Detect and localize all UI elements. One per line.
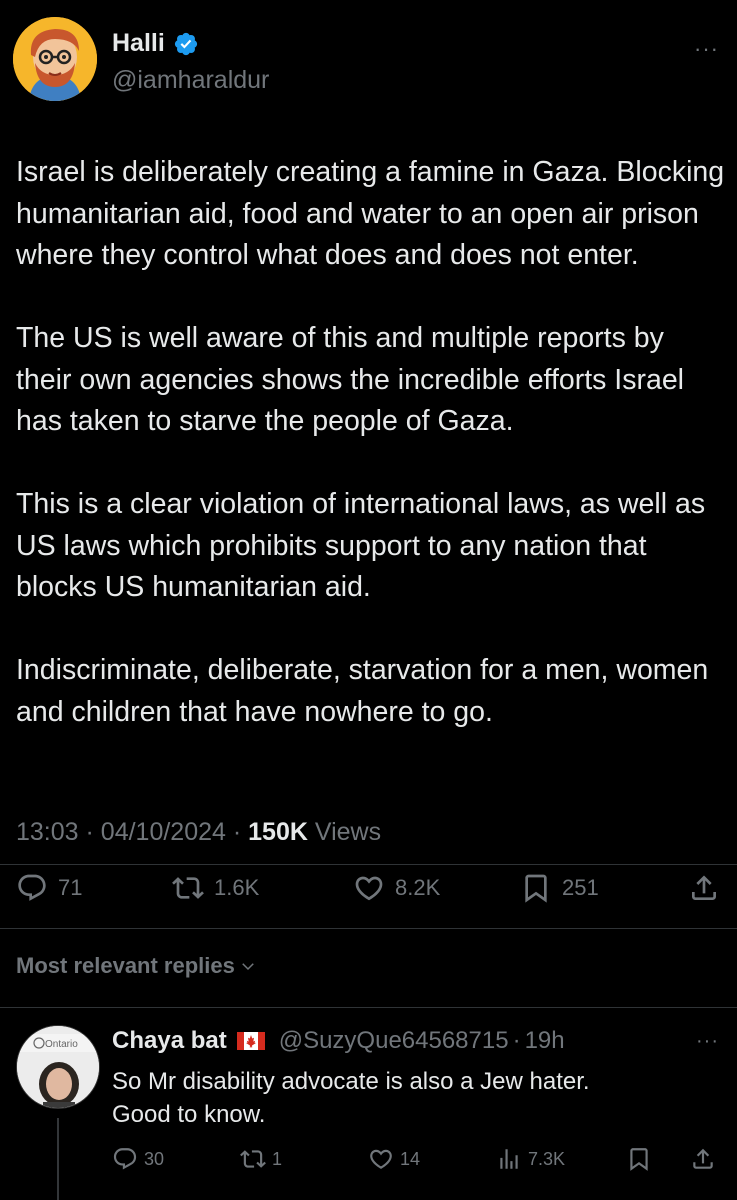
reply-author-handle[interactable]: @SuzyQue64568715 [279,1027,509,1055]
share-button[interactable] [688,872,720,904]
bookmark-button[interactable]: 251 [520,872,599,904]
heart-icon [355,876,383,901]
meta-separator: · [512,1027,521,1054]
meta-separator: · [85,818,101,846]
tweet-meta: 13:03 · 04/10/2024 · 150K Views [16,818,381,847]
reply-bookmark-button[interactable] [626,1146,652,1172]
reply-icon [18,874,46,901]
tweet-paragraph: The US is well aware of this and multipl… [16,322,684,437]
tweet-paragraph: Indiscriminate, deliberate, starvation f… [16,654,709,728]
heart-icon [370,1149,392,1169]
reply-share-button[interactable] [690,1146,716,1172]
reply-like-count: 14 [400,1148,421,1169]
reply-repost-button[interactable]: 1 [240,1146,282,1172]
analytics-icon [500,1149,518,1169]
tweet-text: Israel is deliberately creating a famine… [16,152,726,733]
reply-avatar[interactable]: Ontario [16,1025,100,1109]
bookmark-count: 251 [562,875,599,900]
tweet-actions: 71 1.6K 8.2K 251 [0,872,737,920]
reply-text-line: Good to know. [112,1101,266,1128]
views-label: Views [314,818,382,846]
reply-views-count: 7.3K [528,1148,566,1169]
reply-author-name[interactable]: Chaya bat [112,1027,227,1055]
tweet-header: Halli @iamharaldur ··· [0,0,737,120]
bookmark-icon [630,1148,648,1171]
reply-more-options-icon[interactable]: ··· [696,1030,719,1053]
avatar-caption-text: Ontario [45,1039,78,1050]
reply-text-line: So Mr disability advocate is also a Jew … [112,1068,590,1095]
tweet-date[interactable]: 04/10/2024 [101,818,226,846]
meta-separator: · [232,818,249,846]
verified-badge-icon [174,32,197,55]
reply-header: Chaya bat @SuzyQue64568715 · 19h [112,1027,565,1055]
repost-count: 1.6K [214,875,260,900]
canada-flag-icon [236,1032,265,1050]
bookmark-icon [525,874,547,903]
reply-like-button[interactable]: 14 [368,1146,420,1172]
reply-actions: 30 1 14 7.3K [0,1146,737,1178]
author-name[interactable]: Halli [112,29,165,58]
reply-repost-count: 1 [272,1148,283,1169]
replies-sort-dropdown[interactable]: Most relevant replies [16,953,257,979]
views-count[interactable]: 150K [248,818,308,846]
reply-reply-count: 30 [144,1148,165,1169]
divider [0,864,737,865]
divider [0,1007,737,1008]
reply-count: 71 [58,875,83,900]
divider [0,928,737,929]
author-avatar[interactable] [13,17,97,101]
more-options-icon[interactable]: ··· [694,36,719,62]
tweet-time[interactable]: 13:03 [16,818,79,846]
like-button[interactable]: 8.2K [353,872,440,904]
reply-reply-button[interactable]: 30 [112,1146,164,1172]
reply-text: So Mr disability advocate is also a Jew … [112,1065,712,1131]
tweet-paragraph: This is a clear violation of internation… [16,488,706,603]
reply-age[interactable]: 19h [525,1027,565,1055]
reply-icon [113,1148,137,1170]
reply-views-button[interactable]: 7.3K [496,1146,565,1172]
repost-button[interactable]: 1.6K [172,872,259,904]
repost-icon [240,1150,266,1168]
tweet-paragraph: Israel is deliberately creating a famine… [16,156,725,271]
share-icon [692,875,716,900]
repost-icon [172,877,204,899]
replies-sort-label: Most relevant replies [16,953,235,978]
share-icon [693,1148,713,1169]
author-name-row[interactable]: Halli [112,29,199,58]
like-count: 8.2K [395,875,441,900]
chevron-down-icon [242,963,254,971]
reply-button[interactable]: 71 [16,872,82,904]
author-handle[interactable]: @iamharaldur [112,66,269,95]
